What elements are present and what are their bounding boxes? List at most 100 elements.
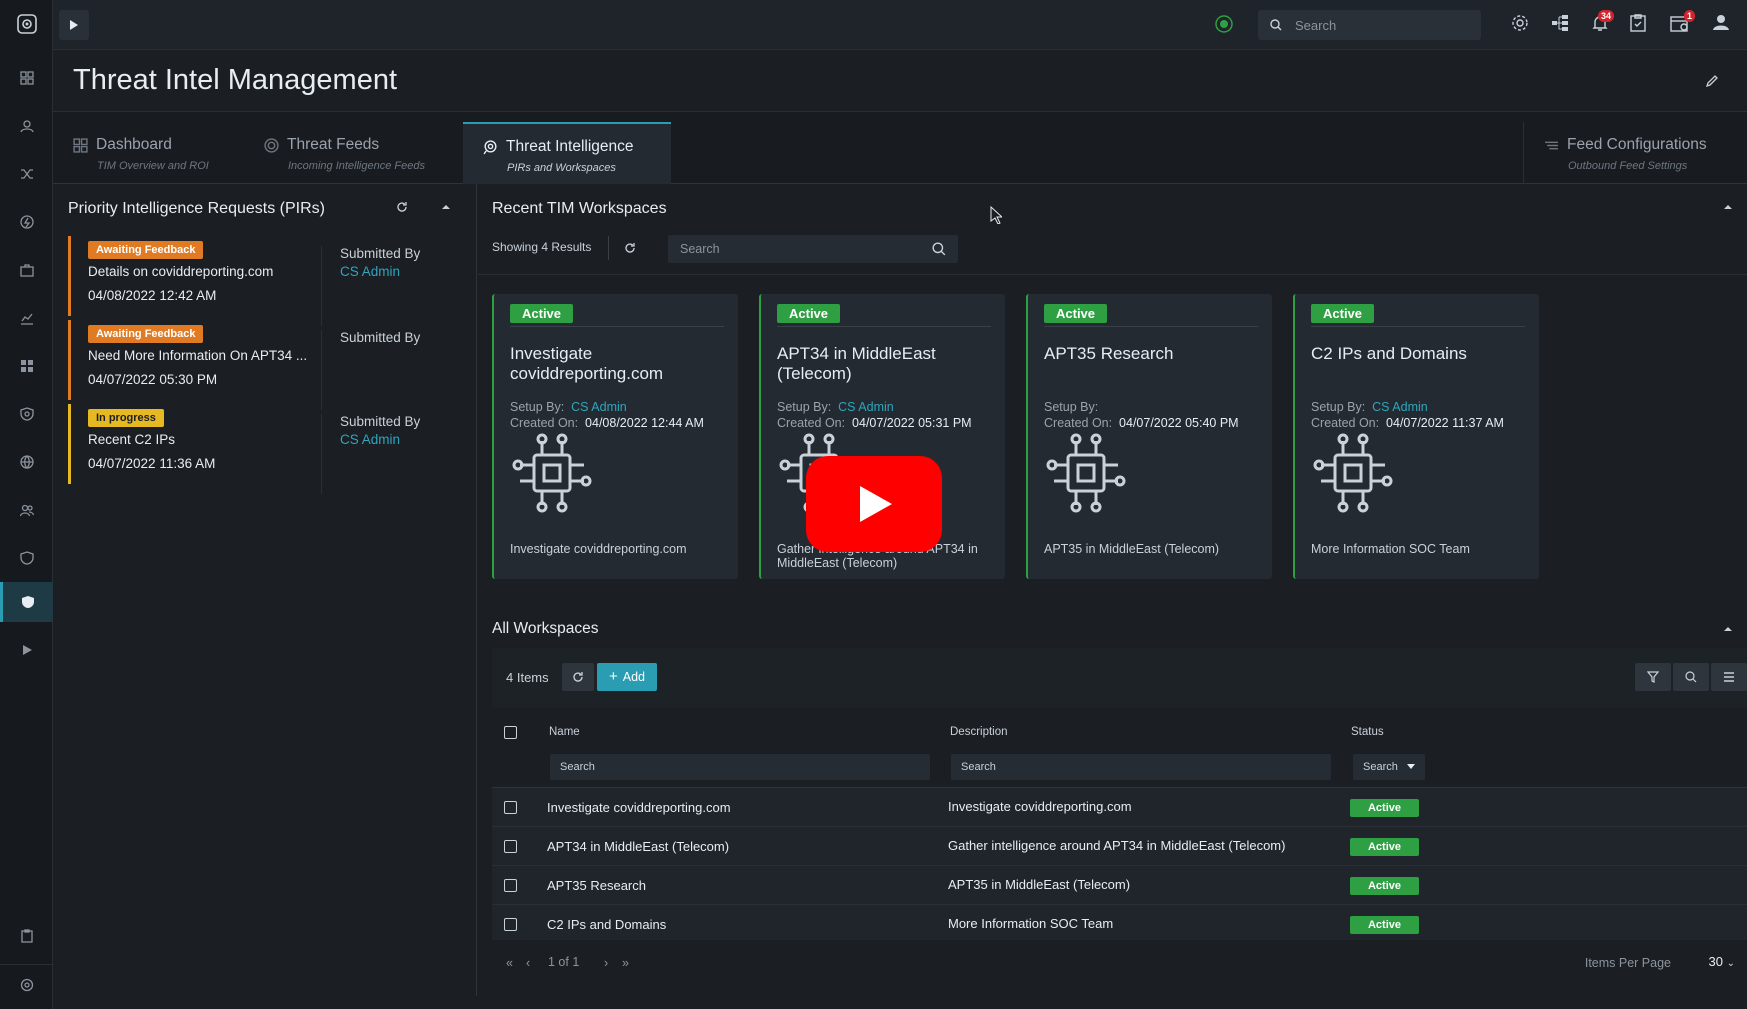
- threat-intel-nav-icon[interactable]: [0, 582, 53, 622]
- play-icon: [860, 486, 892, 522]
- setup-by-link[interactable]: CS Admin: [1372, 400, 1428, 414]
- prev-page-icon[interactable]: ‹: [526, 956, 530, 970]
- setup-by-link[interactable]: CS Admin: [838, 400, 894, 414]
- apps-nav-icon[interactable]: [0, 346, 53, 386]
- status-badge: Awaiting Feedback: [88, 325, 204, 343]
- column-header-description[interactable]: Description: [950, 726, 1008, 738]
- clipboard-nav-icon[interactable]: [0, 916, 53, 956]
- refresh-button[interactable]: [562, 663, 594, 691]
- tasks-icon[interactable]: [1630, 14, 1646, 32]
- incidents-nav-icon[interactable]: [0, 106, 53, 146]
- row-description: Investigate coviddreporting.com: [948, 799, 1132, 814]
- divider: [777, 326, 991, 327]
- setup-by-link[interactable]: CS Admin: [571, 400, 627, 414]
- last-page-icon[interactable]: »: [622, 956, 629, 970]
- table-row[interactable]: APT34 in MiddleEast (Telecom) Gather int…: [492, 827, 1747, 866]
- pir-item[interactable]: Awaiting Feedback Details on coviddrepor…: [68, 236, 465, 326]
- created-label: Created On:: [777, 416, 846, 430]
- items-per-page-select[interactable]: 30 ⌄: [1709, 954, 1735, 969]
- search-placeholder: Search: [1295, 18, 1337, 33]
- cases-nav-icon[interactable]: [0, 250, 53, 290]
- users-nav-icon[interactable]: [0, 490, 53, 530]
- row-name[interactable]: APT35 Research: [547, 878, 646, 893]
- row-checkbox[interactable]: [504, 879, 517, 892]
- description-filter-input[interactable]: Search: [951, 754, 1331, 780]
- chip-icon: [510, 431, 594, 515]
- items-count: 4 Items: [506, 670, 549, 685]
- video-play-button[interactable]: [806, 456, 942, 552]
- results-count: Showing 4 Results: [492, 240, 592, 254]
- row-name[interactable]: Investigate coviddreporting.com: [547, 800, 731, 815]
- globe-nav-icon[interactable]: [0, 442, 53, 482]
- created-date: 04/08/2022 12:44 AM: [585, 416, 704, 430]
- status-badge: Active: [510, 304, 574, 323]
- submitted-by-label: Submitted By: [340, 330, 421, 345]
- search-placeholder: Search: [680, 242, 720, 256]
- tab-label: Threat Feeds: [287, 136, 380, 153]
- workspace-card[interactable]: Active APT35 Research Setup By: Created …: [1026, 294, 1272, 579]
- hierarchy-icon[interactable]: [1551, 14, 1569, 32]
- first-page-icon[interactable]: «: [506, 956, 513, 970]
- pir-item[interactable]: Awaiting Feedback Need More Information …: [68, 320, 462, 410]
- user-profile-icon[interactable]: [1713, 14, 1729, 30]
- row-checkbox[interactable]: [504, 840, 517, 853]
- table-row[interactable]: Investigate coviddreporting.com Investig…: [492, 788, 1747, 827]
- row-checkbox[interactable]: [504, 918, 517, 931]
- items-per-page-label: Items Per Page: [1584, 956, 1671, 970]
- tab-threat-intelligence[interactable]: Threat Intelligence PIRs and Workspaces: [463, 122, 671, 184]
- tab-threat-feeds[interactable]: Threat Feeds Incoming Intelligence Feeds: [244, 122, 474, 184]
- add-workspace-button[interactable]: + Add: [597, 663, 657, 691]
- refresh-icon[interactable]: [396, 201, 408, 213]
- tab-feed-configurations[interactable]: Feed Configurations Outbound Feed Settin…: [1523, 122, 1747, 184]
- submitted-by-link[interactable]: CS Admin: [340, 264, 465, 279]
- analytics-nav-icon[interactable]: [0, 298, 53, 338]
- table-row[interactable]: APT35 Research APT35 in MiddleEast (Tele…: [492, 866, 1747, 905]
- row-description: More Information SOC Team: [948, 916, 1114, 931]
- collapse-icon[interactable]: [441, 204, 451, 210]
- threat-nav-icon[interactable]: [0, 394, 53, 434]
- table-row[interactable]: C2 IPs and Domains More Information SOC …: [492, 905, 1747, 944]
- setup-label: Setup By:: [1311, 400, 1366, 414]
- status-badge: Active: [1044, 304, 1108, 323]
- status-indicator-icon[interactable]: [1215, 15, 1233, 33]
- shield-nav-icon[interactable]: [0, 538, 53, 578]
- tab-sublabel: Incoming Intelligence Feeds: [288, 160, 425, 172]
- collapse-icon[interactable]: [1723, 626, 1733, 632]
- workspace-card[interactable]: Active C2 IPs and Domains Setup By: CS A…: [1293, 294, 1539, 579]
- settings-nav-icon[interactable]: [0, 964, 53, 1004]
- expand-menu-button[interactable]: [59, 10, 89, 40]
- table-search-button[interactable]: [1673, 663, 1709, 691]
- column-header-status[interactable]: Status: [1351, 726, 1384, 738]
- submitted-by-link[interactable]: CS Admin: [340, 432, 465, 447]
- filter-button[interactable]: [1635, 663, 1671, 691]
- refresh-icon[interactable]: [624, 242, 636, 254]
- workspace-search-input[interactable]: Search: [668, 235, 958, 263]
- next-page-icon[interactable]: ›: [604, 956, 608, 970]
- play-nav-icon[interactable]: [0, 630, 53, 670]
- status-filter-select[interactable]: Search: [1353, 754, 1425, 780]
- app-logo-icon[interactable]: [0, 4, 53, 44]
- collapse-icon[interactable]: [1723, 204, 1733, 210]
- pir-date: 04/07/2022 11:36 AM: [88, 456, 216, 471]
- submitted-by-label: Submitted By: [340, 414, 421, 429]
- shuffle-nav-icon[interactable]: [0, 154, 53, 194]
- created-date: 04/07/2022 05:31 PM: [852, 416, 972, 430]
- row-name[interactable]: APT34 in MiddleEast (Telecom): [547, 839, 729, 854]
- edit-page-icon[interactable]: [1705, 74, 1719, 88]
- row-name[interactable]: C2 IPs and Domains: [547, 917, 666, 932]
- card-title: APT34 in MiddleEast (Telecom): [777, 344, 936, 383]
- tab-dashboard[interactable]: Dashboard TIM Overview and ROI: [53, 122, 244, 184]
- dashboard-nav-icon[interactable]: [0, 58, 53, 98]
- column-header-name[interactable]: Name: [549, 726, 580, 738]
- row-checkbox[interactable]: [504, 801, 517, 814]
- workspaces-table: 4 Items + Add Name Description Status Sea…: [492, 648, 1747, 988]
- automation-nav-icon[interactable]: [0, 202, 53, 242]
- name-filter-input[interactable]: Search: [550, 754, 930, 780]
- workspace-card[interactable]: Active Investigate coviddreporting.com S…: [492, 294, 738, 579]
- settings-icon[interactable]: [1511, 14, 1529, 32]
- menu-button[interactable]: [1711, 663, 1747, 691]
- pir-item[interactable]: In progress Recent C2 IPs 04/07/2022 11:…: [68, 404, 465, 494]
- config-icon: [1545, 141, 1558, 149]
- global-search-input[interactable]: Search: [1258, 10, 1481, 40]
- select-all-checkbox[interactable]: [504, 726, 517, 739]
